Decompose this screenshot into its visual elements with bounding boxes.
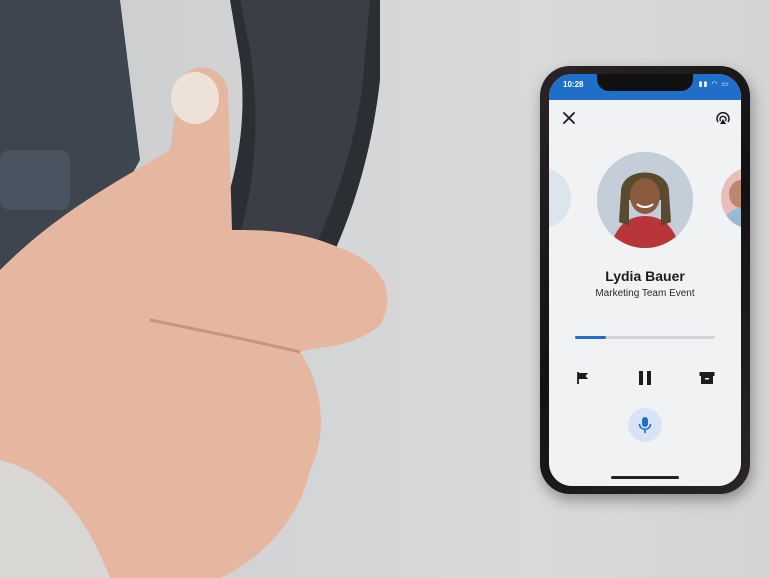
next-contact-photo [721, 180, 741, 228]
archive-icon [699, 372, 715, 384]
contact-name: Lydia Bauer [605, 268, 685, 284]
next-contact-avatar[interactable] [721, 168, 741, 228]
close-icon [563, 112, 575, 124]
phone: 10:28 ▮▮ ◠ ▭ Lydia Bauer Marketing Team … [540, 66, 750, 494]
phone-screen: 10:28 ▮▮ ◠ ▭ Lydia Bauer Marketing Team … [549, 74, 741, 486]
cast-icon [716, 112, 730, 124]
contact-photo [597, 152, 693, 248]
flag-button[interactable] [571, 366, 595, 390]
close-button[interactable] [559, 108, 579, 128]
app-bar [549, 100, 741, 136]
event-title: Marketing Team Event [595, 288, 695, 299]
home-indicator[interactable] [611, 476, 679, 479]
previous-contact-avatar[interactable] [549, 168, 571, 228]
playback-progress-bar[interactable] [575, 336, 715, 339]
pause-icon [639, 371, 651, 385]
flag-icon [577, 372, 588, 384]
microphone-icon [638, 417, 652, 433]
status-icons: ▮▮ ◠ ▭ [698, 81, 729, 88]
cast-button[interactable] [713, 108, 733, 128]
archive-button[interactable] [695, 366, 719, 390]
status-time: 10:28 [563, 80, 584, 89]
pause-button[interactable] [633, 366, 657, 390]
playback-controls [549, 364, 741, 394]
microphone-button[interactable] [628, 408, 662, 442]
playback-progress-fill [575, 336, 606, 339]
notch [597, 74, 693, 91]
contact-avatar [597, 152, 693, 248]
